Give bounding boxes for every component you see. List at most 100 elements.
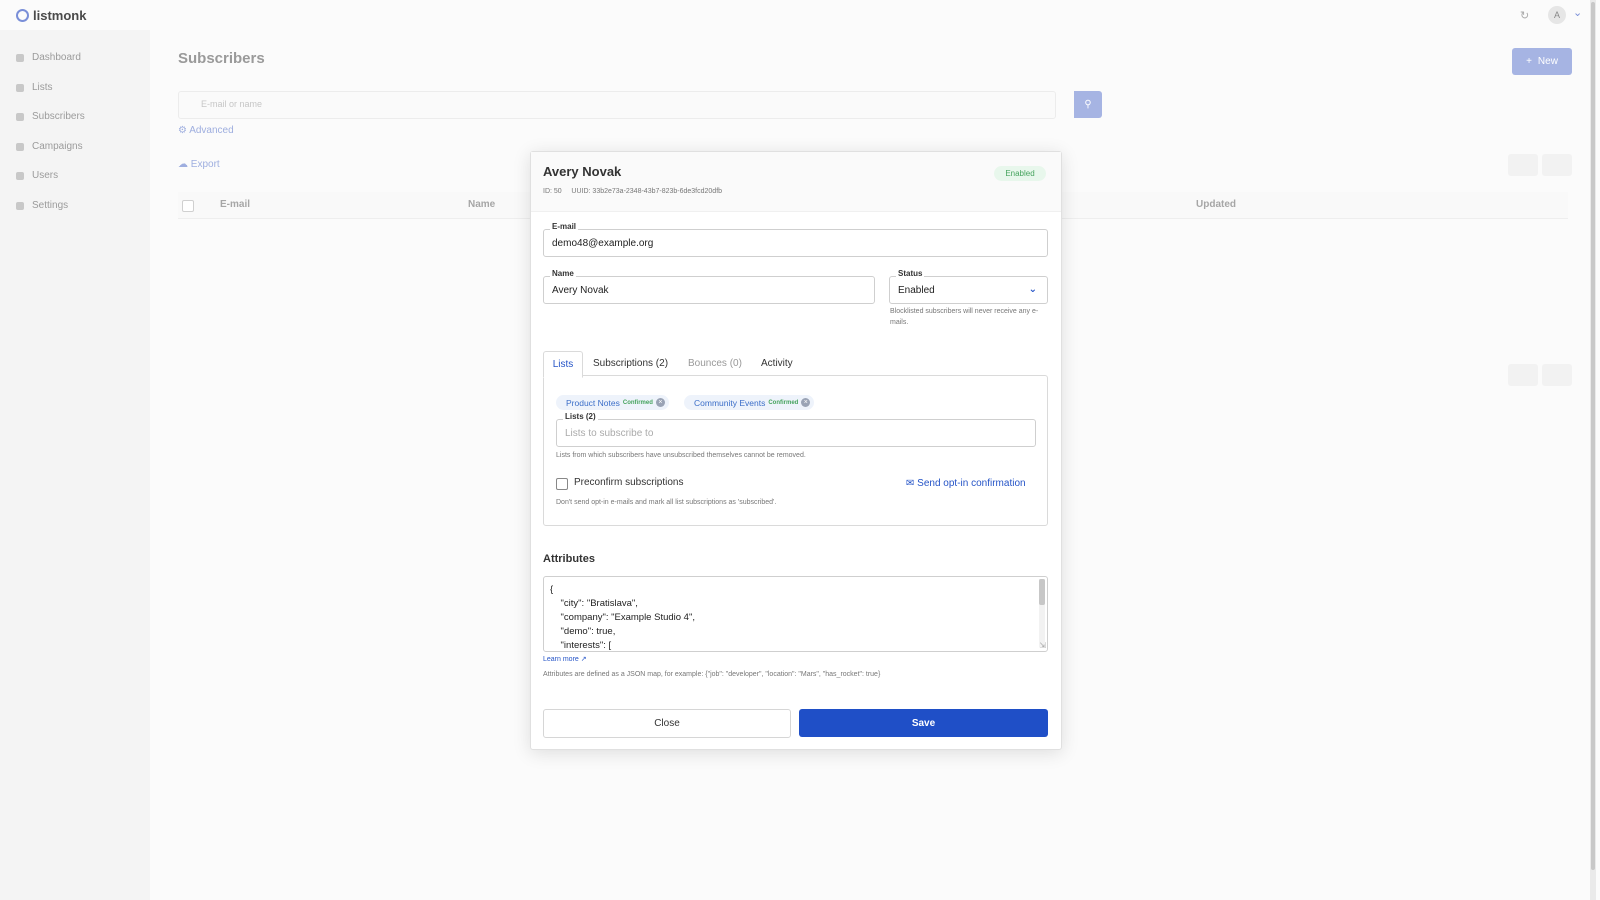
textarea-scrollbar[interactable]: [1039, 579, 1045, 647]
search-button[interactable]: ⚲: [1074, 91, 1102, 118]
export-label: Export: [190, 159, 220, 170]
list-chip-label: Community Events: [694, 397, 766, 408]
lists-input[interactable]: Lists (2) Lists to subscribe to: [556, 412, 1036, 447]
email-field[interactable]: E-mail demo48@example.org: [543, 222, 1048, 257]
sidebar: Dashboard Lists Subscribers Campaigns Us…: [0, 30, 150, 900]
tab-subscriptions[interactable]: Subscriptions (2): [593, 351, 668, 376]
confirmed-badge: Confirmed: [768, 399, 799, 406]
preconfirm-label[interactable]: Preconfirm subscriptions: [574, 477, 683, 488]
remove-chip-icon[interactable]: ×: [655, 398, 665, 407]
column-email[interactable]: E-mail: [220, 199, 250, 210]
remove-chip-icon[interactable]: ×: [801, 398, 811, 407]
lists-placeholder: Lists to subscribe to: [565, 428, 654, 439]
lists-tab-panel: Product Notes Confirmed × Community Even…: [543, 375, 1048, 526]
preconfirm-help: Don't send opt-in e-mails and mark all l…: [556, 499, 777, 506]
users-icon: [16, 112, 24, 121]
subscriber-name-heading: Avery Novak: [543, 164, 622, 179]
new-subscriber-button[interactable]: + New: [1512, 48, 1572, 75]
email-label: E-mail: [550, 222, 579, 231]
sidebar-item-lists[interactable]: Lists: [16, 82, 53, 93]
sidebar-item-label: Subscribers: [32, 111, 85, 122]
sidebar-item-label: Users: [32, 170, 59, 181]
lists-help: Lists from which subscribers have unsubs…: [556, 452, 806, 459]
pagination-prev-button[interactable]: [1508, 364, 1538, 386]
subscriber-uuid: UUID: 33b2e73a-2348-43b7-823b-6de3fcd20d…: [571, 188, 723, 195]
sidebar-item-subscribers[interactable]: Subscribers: [16, 111, 85, 122]
tab-activity[interactable]: Activity: [761, 351, 793, 376]
resize-handle-icon[interactable]: ⇲: [1039, 641, 1046, 650]
name-field[interactable]: Name Avery Novak: [543, 269, 875, 304]
pagination-next-button[interactable]: [1542, 154, 1572, 176]
learn-more-label: Learn more: [543, 656, 579, 663]
tabs: Lists Subscriptions (2) Bounces (0) Acti…: [543, 351, 1048, 378]
status-label: Status: [896, 269, 925, 278]
list-chip: Product Notes Confirmed ×: [556, 395, 669, 410]
sidebar-item-label: Campaigns: [32, 141, 83, 152]
rocket-icon: [16, 142, 24, 151]
dashboard-icon: [16, 53, 24, 62]
top-bar: listmonk ↻ A ⌄: [0, 0, 1600, 30]
sidebar-item-users[interactable]: Users: [16, 170, 58, 181]
logo-text: listmonk: [33, 8, 87, 23]
sidebar-item-label: Settings: [32, 200, 69, 211]
name-label: Name: [550, 269, 576, 278]
advanced-link[interactable]: ⚙ Advanced: [178, 125, 234, 136]
attributes-json: { "city": "Bratislava", "company": "Exam…: [550, 584, 695, 651]
column-updated[interactable]: Updated: [1196, 199, 1236, 210]
list-chip-label: Product Notes: [566, 397, 620, 408]
external-link-icon: ↗: [580, 656, 587, 663]
attributes-textarea[interactable]: { "city": "Bratislava", "company": "Exam…: [543, 576, 1048, 652]
close-button[interactable]: Close: [543, 709, 791, 738]
select-all-checkbox[interactable]: [182, 200, 194, 212]
attributes-help: Attributes are defined as a JSON map, fo…: [543, 671, 881, 678]
learn-more-link[interactable]: Learn more ↗: [543, 655, 587, 663]
scrollbar-thumb[interactable]: [1591, 2, 1595, 870]
send-optin-link[interactable]: ✉ Send opt-in confirmation: [906, 478, 1026, 489]
avatar[interactable]: A: [1548, 6, 1566, 24]
send-optin-label: Send opt-in confirmation: [917, 478, 1026, 489]
user-icon: [16, 171, 24, 180]
cloud-download-icon: ☁: [178, 159, 188, 170]
textarea-scrollbar-thumb[interactable]: [1039, 579, 1045, 605]
pagination-next-button[interactable]: [1542, 364, 1572, 386]
advanced-label: Advanced: [189, 125, 234, 136]
attributes-heading: Attributes: [543, 553, 595, 565]
chevron-down-icon: ⌄: [1028, 284, 1037, 295]
sidebar-item-settings[interactable]: Settings: [16, 200, 68, 211]
logo[interactable]: listmonk: [16, 8, 86, 23]
lists-label: Lists (2): [563, 412, 598, 421]
status-value: Enabled: [898, 285, 935, 296]
refresh-icon[interactable]: ↻: [1520, 9, 1529, 22]
list-chip: Community Events Confirmed ×: [684, 395, 815, 410]
status-badge: Enabled: [994, 166, 1046, 181]
pagination-prev-button[interactable]: [1508, 154, 1538, 176]
sidebar-item-label: Lists: [32, 82, 53, 93]
search-input[interactable]: E-mail or name: [178, 91, 1056, 119]
mail-icon: ✉: [906, 478, 915, 489]
email-value: demo48@example.org: [552, 238, 654, 249]
export-link[interactable]: ☁ Export: [178, 159, 220, 170]
page-scrollbar[interactable]: [1590, 0, 1596, 900]
chevron-down-icon[interactable]: ⌄: [1573, 6, 1582, 19]
modal-header: Avery Novak ID: 50 UUID: 33b2e73a-2348-4…: [531, 152, 1061, 212]
status-select[interactable]: Status Enabled ⌄: [889, 269, 1048, 304]
preconfirm-checkbox[interactable]: [556, 478, 568, 490]
new-button-label: New: [1537, 56, 1558, 67]
subscriber-meta: ID: 50 UUID: 33b2e73a-2348-43b7-823b-6de…: [543, 188, 722, 195]
plus-icon: +: [1526, 56, 1532, 67]
column-name[interactable]: Name: [468, 199, 495, 210]
tab-lists[interactable]: Lists: [543, 351, 583, 378]
gear-icon: [16, 201, 24, 210]
save-button[interactable]: Save: [799, 709, 1048, 737]
sidebar-item-dashboard[interactable]: Dashboard: [16, 52, 81, 63]
gear-icon: ⚙: [178, 125, 187, 136]
search-placeholder: E-mail or name: [201, 99, 263, 109]
sidebar-item-label: Dashboard: [32, 52, 81, 63]
name-value: Avery Novak: [552, 285, 609, 296]
page-title: Subscribers: [178, 50, 265, 67]
sidebar-item-campaigns[interactable]: Campaigns: [16, 141, 83, 152]
subscriber-modal: Avery Novak ID: 50 UUID: 33b2e73a-2348-4…: [530, 151, 1062, 750]
tab-bounces[interactable]: Bounces (0): [688, 351, 742, 376]
list-icon: [16, 83, 24, 92]
search-icon: ⚲: [1084, 99, 1092, 110]
